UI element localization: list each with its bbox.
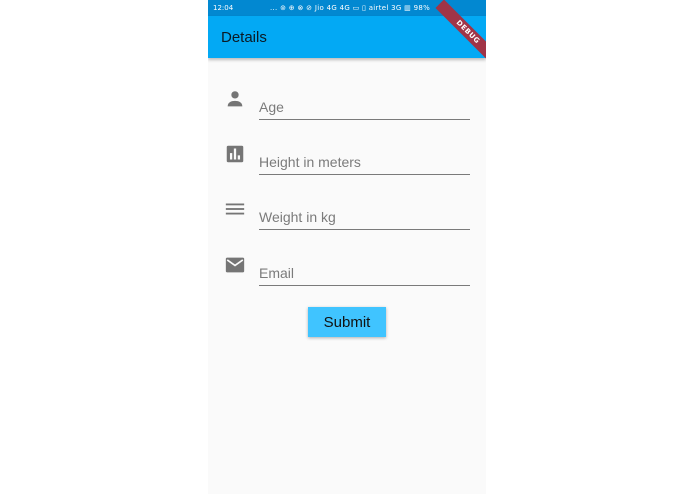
email-icon <box>224 254 246 276</box>
page-title: Details <box>221 29 267 46</box>
weight-input[interactable] <box>259 198 470 230</box>
email-input[interactable] <box>259 254 470 286</box>
weight-field-row <box>208 198 486 238</box>
app-bar: Details DEBUG <box>208 0 486 65</box>
menu-lines-icon <box>224 198 246 220</box>
phone-screen: 12:04 ... ⊚ ⊕ ⊗ ⊘ Jio 4G 4G ▭ ▯ airtel 3… <box>208 0 486 494</box>
age-input[interactable] <box>259 88 470 120</box>
age-field-row <box>208 88 486 128</box>
email-field-row <box>208 254 486 294</box>
bar-chart-icon <box>224 143 246 165</box>
submit-button[interactable]: Submit <box>308 307 386 337</box>
height-input[interactable] <box>259 143 470 175</box>
status-icons: ... ⊚ ⊕ ⊗ ⊘ Jio 4G 4G ▭ ▯ airtel 3G ▥ 98… <box>270 4 431 12</box>
status-time: 12:04 <box>213 4 234 12</box>
height-field-row <box>208 143 486 183</box>
person-icon <box>224 88 246 110</box>
